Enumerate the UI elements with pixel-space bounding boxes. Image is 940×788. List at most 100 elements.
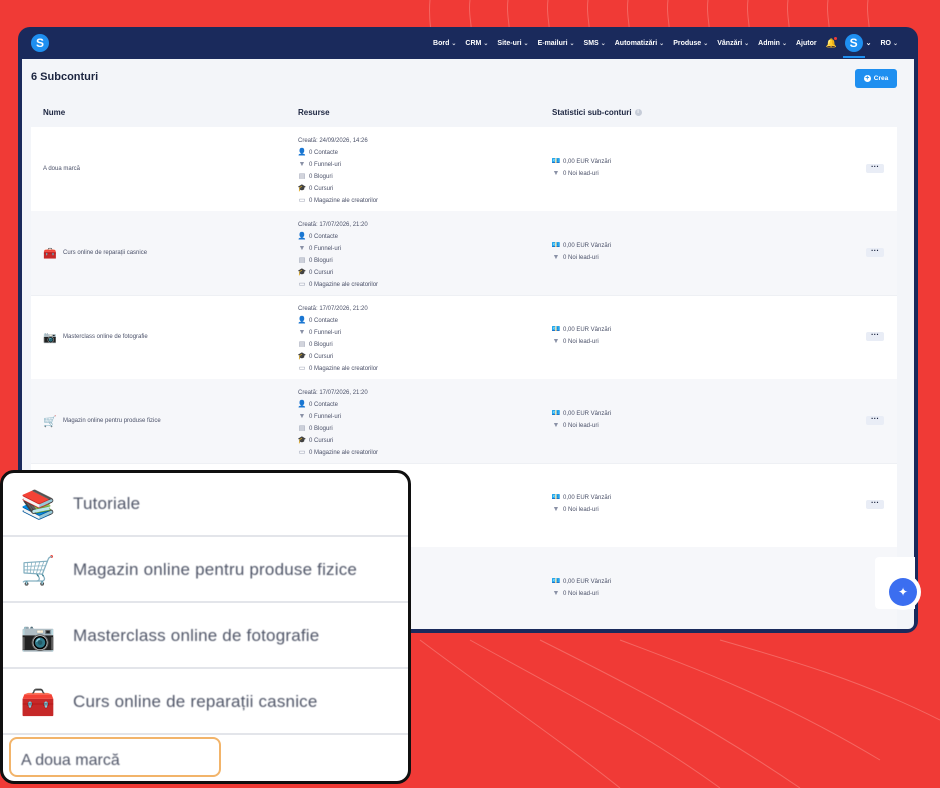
avatar[interactable]: S xyxy=(844,34,863,52)
chevron-down-icon: ⌄ xyxy=(744,40,750,47)
subaccount-name[interactable]: Curs online de reparații casnice xyxy=(63,250,147,256)
nav-sms[interactable]: SMS ⌄ xyxy=(584,40,606,47)
course-icon: 🎓 xyxy=(297,269,307,276)
resources-cell: Creată: 17/07/2026, 21:20 👤 0 Contacte ▼ 0… xyxy=(298,219,378,291)
courses-count: 0 Cursuri xyxy=(309,186,334,192)
funnel-icon: ▼ xyxy=(298,161,306,168)
contacts-count: 0 Contacte xyxy=(309,234,339,240)
subaccount-name[interactable]: A doua marcă xyxy=(43,166,80,172)
blog-icon: ▤ xyxy=(298,257,306,264)
money-icon: 💶 xyxy=(551,578,561,585)
contacts-icon: 👤 xyxy=(297,149,307,156)
nav-produse[interactable]: Produse ⌄ xyxy=(673,40,708,47)
row-actions-button[interactable]: ··· xyxy=(866,415,884,425)
switcher-item-label: Magazin online pentru produse fizice xyxy=(73,560,358,579)
funnels-count: 0 Funnel-uri xyxy=(309,330,342,336)
resources-cell: Creată: 24/09/2026, 14:26 👤 0 Contacte ▼ 0… xyxy=(298,135,378,207)
account-menu[interactable]: S ⌄ xyxy=(842,34,871,58)
contacts-icon: 👤 xyxy=(297,233,307,240)
funnel-icon: ▼ xyxy=(552,254,560,261)
top-navigation-bar: S Bord ⌄ CRM ⌄ Site-uri ⌄ E-mailuri ⌄ SMS ⌄ A… xyxy=(18,27,918,59)
money-icon: 💶 xyxy=(551,494,561,501)
nav-crm[interactable]: CRM ⌄ xyxy=(465,40,488,47)
nav-bord[interactable]: Bord ⌄ xyxy=(433,40,456,47)
switcher-item[interactable]: 🛒 Magazin online pentru produse fizice xyxy=(3,539,408,603)
switcher-item[interactable]: 📚 Tutoriale xyxy=(3,473,408,537)
subaccount-name[interactable]: Masterclass online de fotografie xyxy=(63,334,148,340)
active-indicator xyxy=(842,56,865,58)
cart-icon: 🛒 xyxy=(20,554,56,586)
subaccount-switcher-zoom: 📚 Tutoriale 🛒 Magazin online pentru prod… xyxy=(0,470,411,784)
row-name-cell: A doua marcă xyxy=(43,127,80,211)
stats-cell: 💶 0,00 EUR Vânzări ▼ 0 Noi lead-uri xyxy=(552,408,611,432)
sales-value: 0,00 EUR Vânzări xyxy=(563,243,612,249)
blogs-count: 0 Bloguri xyxy=(309,426,333,432)
nav-site-uri[interactable]: Site-uri ⌄ xyxy=(497,40,528,47)
money-icon: 💶 xyxy=(551,410,561,417)
contacts-count: 0 Contacte xyxy=(309,150,339,156)
switcher-item[interactable]: 📷 Masterclass online de fotografie xyxy=(3,605,408,669)
courses-count: 0 Cursuri xyxy=(309,270,334,276)
row-actions-button[interactable]: ··· xyxy=(866,163,884,173)
nav-automatizari[interactable]: Automatizări ⌄ xyxy=(615,40,664,47)
sales-value: 0,00 EUR Vânzări xyxy=(563,411,612,417)
switcher-item[interactable]: 🧰 Curs online de reparații casnice xyxy=(3,671,408,735)
camera-icon: 📷 xyxy=(43,331,57,344)
funnel-icon: ▼ xyxy=(552,422,560,429)
stores-count: 0 Magazine ale creatorilor xyxy=(309,450,379,456)
sales-value: 0,00 EUR Vânzări xyxy=(563,159,612,165)
resources-cell: Creată: 17/07/2026, 21:20 👤 0 Contacte ▼ 0… xyxy=(298,387,378,459)
switcher-item-label: Curs online de reparații casnice xyxy=(73,692,318,711)
chevron-down-icon: ⌄ xyxy=(659,40,665,47)
table-header: Nume Resurse Statistici sub-conturi i xyxy=(31,99,897,127)
money-icon: 💶 xyxy=(551,158,561,165)
leads-count: 0 Noi lead-uri xyxy=(563,255,599,261)
funnel-icon: ▼ xyxy=(298,245,306,252)
row-actions-button[interactable]: ··· xyxy=(866,331,884,341)
funnels-count: 0 Funnel-uri xyxy=(309,162,342,168)
resources-cell: Creată: 17/07/2026, 21:20 👤 0 Contacte ▼ 0… xyxy=(298,303,378,375)
blogs-count: 0 Bloguri xyxy=(309,174,333,180)
nav-e-mailuri[interactable]: E-mailuri ⌄ xyxy=(538,40,575,47)
ai-assistant-button[interactable]: ✦ xyxy=(889,578,917,606)
table-row[interactable]: 🧰 Curs online de reparații casnice Creat… xyxy=(31,211,897,296)
language-switcher[interactable]: RO ⌄ xyxy=(880,40,898,47)
create-button-label: Crea xyxy=(873,75,889,82)
leads-count: 0 Noi lead-uri xyxy=(563,171,599,177)
sales-value: 0,00 EUR Vânzări xyxy=(563,327,612,333)
subaccount-name[interactable]: Magazin online pentru produse fizice xyxy=(63,418,161,424)
table-row[interactable]: A doua marcă Creată: 24/09/2026, 14:26 👤… xyxy=(31,127,897,212)
funnel-icon: ▼ xyxy=(552,170,560,177)
camera-icon: 📷 xyxy=(20,620,56,652)
stats-cell: 💶 0,00 EUR Vânzări ▼ 0 Noi lead-uri xyxy=(552,576,611,600)
chevron-down-icon: ⌄ xyxy=(892,40,898,47)
row-name-cell: 🛒 Magazin online pentru produse fizice xyxy=(43,379,161,463)
nav-help[interactable]: Ajutor xyxy=(796,40,817,47)
store-icon: ▭ xyxy=(298,197,306,204)
table-row[interactable]: 🛒 Magazin online pentru produse fizice C… xyxy=(31,379,897,464)
book-icon: 📚 xyxy=(20,488,56,520)
sales-value: 0,00 EUR Vânzări xyxy=(563,495,612,501)
contacts-count: 0 Contacte xyxy=(309,402,339,408)
funnel-icon: ▼ xyxy=(298,413,306,420)
stores-count: 0 Magazine ale creatorilor xyxy=(309,198,379,204)
created-date: Creată: 17/07/2026, 21:20 xyxy=(298,306,368,312)
header-resources: Resurse xyxy=(298,108,330,117)
main-nav: Bord ⌄ CRM ⌄ Site-uri ⌄ E-mailuri ⌄ SMS ⌄ Aut… xyxy=(433,27,898,59)
row-actions-button[interactable]: ··· xyxy=(866,499,884,509)
nav-vanzari[interactable]: Vânzări ⌄ xyxy=(717,40,749,47)
leads-count: 0 Noi lead-uri xyxy=(563,507,599,513)
bell-icon[interactable]: 🔔 xyxy=(826,37,837,48)
create-button[interactable]: + Crea xyxy=(855,69,897,88)
selected-subaccount[interactable]: A doua marcă xyxy=(21,752,120,770)
plus-icon: + xyxy=(863,75,871,82)
store-icon: ▭ xyxy=(298,365,306,372)
nav-admin[interactable]: Admin ⌄ xyxy=(758,40,787,47)
app-logo[interactable]: S xyxy=(31,34,49,52)
info-icon[interactable]: i xyxy=(634,109,642,117)
stats-cell: 💶 0,00 EUR Vânzări ▼ 0 Noi lead-uri xyxy=(552,240,611,264)
row-actions-button[interactable]: ··· xyxy=(866,247,884,257)
table-row[interactable]: 📷 Masterclass online de fotografie Creat… xyxy=(31,295,897,380)
course-icon: 🎓 xyxy=(297,437,307,444)
leads-count: 0 Noi lead-uri xyxy=(563,591,599,597)
